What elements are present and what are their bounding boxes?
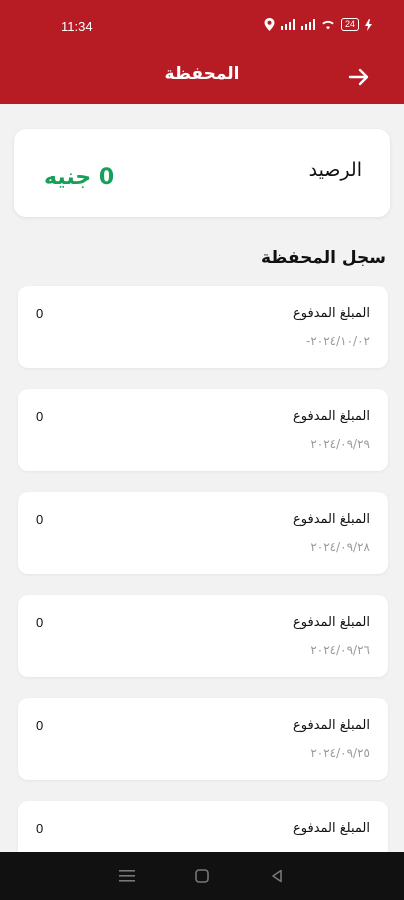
balance-card: الرصيد 0 جنيه — [14, 129, 390, 217]
status-time: 11:34 — [61, 19, 93, 34]
item-date: ٢٠٢٤/٠٩/٢٦ — [310, 643, 370, 657]
item-date: ٢٠٢٤/٠٩/٢٨ — [310, 540, 370, 554]
system-nav-bar — [0, 852, 404, 900]
signal-icon — [280, 19, 295, 30]
charging-icon — [365, 18, 372, 31]
item-label: المبلغ المدفوع — [293, 821, 370, 836]
item-label: المبلغ المدفوع — [293, 615, 370, 630]
back-button[interactable] — [344, 62, 374, 92]
history-list: المبلغ المدفوع 0 ٢٠٢٤/١٠/٠٢- المبلغ المد… — [18, 286, 388, 900]
item-date: ٢٠٢٤/٠٩/٢٩ — [310, 437, 370, 451]
battery-icon: 24 — [340, 18, 359, 31]
list-item[interactable]: المبلغ المدفوع 0 ٢٠٢٤/٠٩/٢٦ — [18, 595, 388, 677]
item-label: المبلغ المدفوع — [293, 512, 370, 527]
balance-value: 0 جنيه — [44, 165, 115, 190]
menu-icon[interactable] — [115, 864, 139, 888]
list-item[interactable]: المبلغ المدفوع 0 ٢٠٢٤/٠٩/٢٥ — [18, 698, 388, 780]
item-date: ٢٠٢٤/٠٩/٢٥ — [310, 746, 370, 760]
status-bar: 11:34 24 — [0, 0, 404, 54]
item-amount: 0 — [36, 718, 44, 733]
history-title: سجل المحفظة — [260, 248, 386, 268]
item-date: ٢٠٢٤/١٠/٠٢- — [306, 334, 370, 348]
app-bar: المحفظة — [0, 54, 404, 104]
item-label: المبلغ المدفوع — [293, 718, 370, 733]
wifi-icon — [322, 20, 334, 30]
item-label: المبلغ المدفوع — [293, 306, 370, 321]
list-item[interactable]: المبلغ المدفوع 0 ٢٠٢٤/٠٩/٢٩ — [18, 389, 388, 471]
list-item[interactable]: المبلغ المدفوع 0 ٢٠٢٤/٠٩/٢٨ — [18, 492, 388, 574]
home-icon[interactable] — [190, 864, 214, 888]
item-label: المبلغ المدفوع — [293, 409, 370, 424]
balance-label: الرصيد — [308, 159, 362, 181]
arrow-right-icon — [348, 68, 369, 86]
list-item[interactable]: المبلغ المدفوع 0 ٢٠٢٤/١٠/٠٢- — [18, 286, 388, 368]
back-nav-icon[interactable] — [265, 864, 289, 888]
item-amount: 0 — [36, 306, 44, 321]
item-amount: 0 — [36, 615, 44, 630]
location-pin-icon — [264, 18, 275, 31]
item-amount: 0 — [36, 512, 44, 527]
status-icons: 24 — [264, 18, 372, 31]
item-amount: 0 — [36, 821, 44, 836]
signal-icon-2 — [300, 19, 315, 30]
item-amount: 0 — [36, 409, 44, 424]
